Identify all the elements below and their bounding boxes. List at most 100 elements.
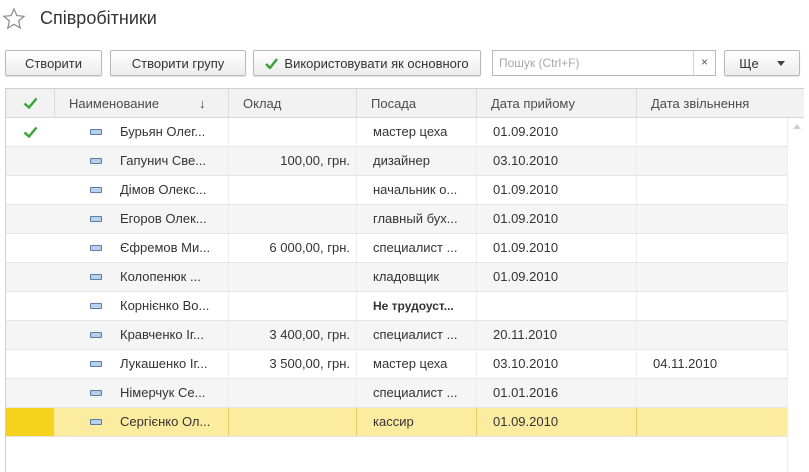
header-name[interactable]: Наименование ↓: [55, 89, 229, 118]
cell-hire-date: 01.09.2010: [477, 234, 637, 262]
element-icon: [90, 390, 102, 396]
cell-position: кладовщик: [357, 263, 477, 291]
page-title: Співробітники: [40, 8, 157, 28]
element-icon: [90, 245, 102, 251]
cell-dismissal-date: [637, 379, 787, 407]
cell-name: Дімов Олекс...: [120, 176, 229, 204]
cell-name: Гапунич Све...: [120, 147, 229, 175]
table-row[interactable]: Корнієнко Во... Не трудоуст...: [6, 292, 787, 321]
cell-dismissal-date: [637, 234, 787, 262]
row-mark-cell: [6, 205, 55, 233]
cell-dismissal-date: [637, 292, 787, 320]
cell-name: Лукашенко Іг...: [120, 350, 229, 378]
table-row[interactable]: Дімов Олекс... начальник о... 01.09.2010: [6, 176, 787, 205]
row-mark-cell: [6, 147, 55, 175]
element-icon: [90, 419, 102, 425]
header-salary[interactable]: Оклад: [229, 89, 357, 118]
cell-hire-date: 01.09.2010: [477, 176, 637, 204]
cell-salary: 100,00, грн.: [229, 147, 357, 175]
cell-hire-date: 01.01.2016: [477, 379, 637, 407]
dropdown-arrow-icon: [776, 60, 785, 66]
cell-position: мастер цеха: [357, 350, 477, 378]
cell-hire-date: 20.11.2010: [477, 321, 637, 349]
row-mark-cell: [6, 234, 55, 262]
scroll-up-icon[interactable]: [793, 124, 801, 129]
cell-salary: 6 000,00, грн.: [229, 234, 357, 262]
star-icon[interactable]: [2, 7, 26, 31]
element-icon: [90, 332, 102, 338]
use-as-main-label: Використовувати як основного: [284, 55, 469, 71]
header-name-label: Наименование: [69, 96, 160, 111]
cell-salary: 3 400,00, грн.: [229, 321, 357, 349]
create-button[interactable]: Створити: [5, 50, 102, 76]
cell-salary: 3 500,00, грн.: [229, 350, 357, 378]
cell-dismissal-date: [637, 205, 787, 233]
element-icon: [90, 216, 102, 222]
row-mark-cell: [6, 408, 55, 436]
cell-hire-date: [477, 292, 637, 320]
cell-dismissal-date: [637, 176, 787, 204]
header-position[interactable]: Посада: [357, 89, 477, 118]
cell-position: дизайнер: [357, 147, 477, 175]
row-mark-cell: [6, 118, 55, 146]
main-check-icon: [23, 126, 38, 138]
element-icon: [90, 187, 102, 193]
more-button[interactable]: Ще: [724, 50, 800, 76]
cell-salary: [229, 379, 357, 407]
cell-dismissal-date: [637, 321, 787, 349]
table-row[interactable]: Німерчук Се... специалист ... 01.01.2016: [6, 379, 787, 408]
row-mark-cell: [6, 350, 55, 378]
selected-row-marker: [6, 408, 54, 436]
cell-position: специалист ...: [357, 321, 477, 349]
table-row[interactable]: Лукашенко Іг... 3 500,00, грн. мастер цеха…: [6, 350, 787, 379]
element-icon: [90, 274, 102, 280]
cell-name: Німерчук Се...: [120, 379, 229, 407]
cell-position: начальник о...: [357, 176, 477, 204]
table-row[interactable]: Егоров Олек... главный бух... 01.09.2010: [6, 205, 787, 234]
table-row[interactable]: Гапунич Све... 100,00, грн. дизайнер 03.10.…: [6, 147, 787, 176]
header-hire-date[interactable]: Дата прийому: [477, 89, 637, 118]
cell-hire-date: 01.09.2010: [477, 205, 637, 233]
cell-hire-date: 01.09.2010: [477, 263, 637, 291]
check-icon: [23, 97, 38, 109]
cell-salary: [229, 118, 357, 146]
cell-salary: [229, 176, 357, 204]
vertical-scrollbar[interactable]: [787, 118, 804, 472]
header-mark[interactable]: [6, 89, 55, 118]
check-icon: [265, 57, 279, 69]
cell-salary: [229, 408, 357, 436]
header-dismissal-date[interactable]: Дата звільнення: [637, 89, 804, 118]
cell-name: Егоров Олек...: [120, 205, 229, 233]
table-row[interactable]: Сергієнко Ол... кассир 01.09.2010: [6, 408, 787, 437]
row-mark-cell: [6, 321, 55, 349]
create-group-button[interactable]: Створити групу: [110, 50, 246, 76]
cell-hire-date: 01.09.2010: [477, 408, 637, 436]
cell-position: мастер цеха: [357, 118, 477, 146]
cell-salary: [229, 205, 357, 233]
cell-dismissal-date: [637, 263, 787, 291]
cell-position: специалист ...: [357, 234, 477, 262]
cell-hire-date: 01.09.2010: [477, 118, 637, 146]
clear-search-button[interactable]: ×: [693, 51, 715, 75]
search-input[interactable]: [493, 51, 693, 75]
cell-dismissal-date: 04.11.2010: [653, 356, 718, 371]
element-icon: [90, 303, 102, 309]
row-mark-cell: [6, 176, 55, 204]
table-row[interactable]: Колопенюк ... кладовщик 01.09.2010: [6, 263, 787, 292]
element-icon: [90, 129, 102, 135]
cell-name: Колопенюк ...: [120, 263, 229, 291]
cell-position: Не трудоуст...: [357, 292, 477, 320]
cell-position: специалист ...: [357, 379, 477, 407]
table-row[interactable]: Бурьян Олег... мастер цеха 01.09.2010: [6, 118, 787, 147]
table-row[interactable]: Кравченко Іг... 3 400,00, грн. специалист …: [6, 321, 787, 350]
row-mark-cell: [6, 379, 55, 407]
use-as-main-button[interactable]: Використовувати як основного: [253, 50, 481, 76]
table-row[interactable]: Єфремов Ми... 6 000,00, грн. специалист ..…: [6, 234, 787, 263]
element-icon: [90, 361, 102, 367]
table-header: Наименование ↓ Оклад Посада Дата прийому…: [6, 89, 804, 118]
cell-hire-date: 03.10.2010: [477, 350, 637, 378]
employees-table[interactable]: Наименование ↓ Оклад Посада Дата прийому…: [5, 88, 804, 472]
cell-dismissal-date: [637, 147, 787, 175]
row-mark-cell: [6, 263, 55, 291]
cell-position: главный бух...: [357, 205, 477, 233]
